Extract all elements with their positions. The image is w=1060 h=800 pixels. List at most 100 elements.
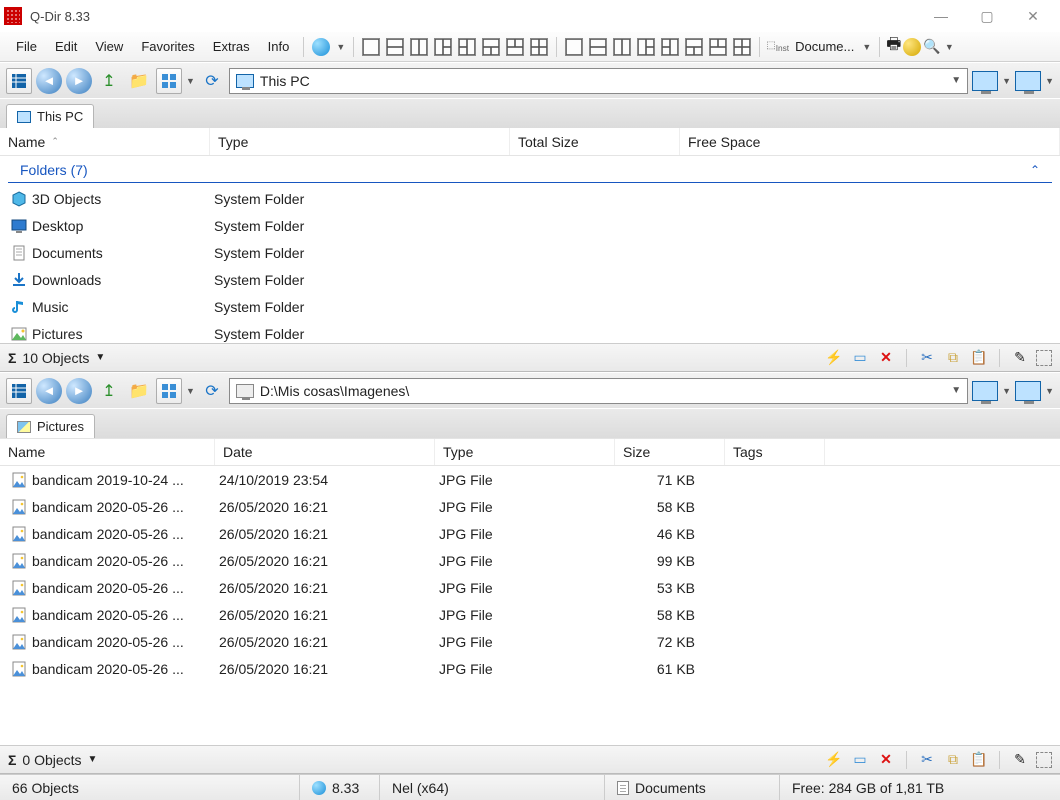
list-item[interactable]: DesktopSystem Folder <box>0 212 1060 239</box>
paste-icon[interactable]: 📋 <box>969 750 989 770</box>
pane1-address-dropdown[interactable]: ▼ <box>951 75 961 86</box>
layout-3b-icon[interactable] <box>458 38 476 56</box>
zoom-dropdown[interactable]: ▼ <box>945 42 954 52</box>
list-item[interactable]: bandicam 2020-05-26 ...26/05/2020 16:21J… <box>0 520 1060 547</box>
select-all-icon[interactable] <box>1036 752 1052 768</box>
list-item[interactable]: 3D ObjectsSystem Folder <box>0 185 1060 212</box>
pane1-monitor1-button[interactable] <box>972 71 998 91</box>
cut-icon[interactable]: ✂ <box>917 750 937 770</box>
settings-gear-icon[interactable] <box>903 38 921 56</box>
pane2-newfolder-button[interactable]: 📁 <box>126 378 152 404</box>
pane2-col-size[interactable]: Size <box>615 439 725 465</box>
list-item[interactable]: bandicam 2020-05-26 ...26/05/2020 16:21J… <box>0 655 1060 682</box>
pane2-monitor2-button[interactable] <box>1015 381 1041 401</box>
pane1-monitor2-button[interactable] <box>1015 71 1041 91</box>
pane1-forward-button[interactable]: ► <box>66 68 92 94</box>
pane1-newfolder-button[interactable]: 📁 <box>126 68 152 94</box>
menu-favorites[interactable]: Favorites <box>133 35 202 58</box>
inst-icon[interactable]: ⬚Inst <box>766 40 789 53</box>
pane2-back-button[interactable]: ◄ <box>36 378 62 404</box>
list-item[interactable]: bandicam 2019-10-24 ...24/10/2019 23:54J… <box>0 466 1060 493</box>
select-all-icon[interactable] <box>1036 350 1052 366</box>
layout-10-icon[interactable] <box>685 38 703 56</box>
copy-icon[interactable]: ⧉ <box>943 348 963 368</box>
pane2-list[interactable]: bandicam 2019-10-24 ...24/10/2019 23:54J… <box>0 466 1060 745</box>
maximize-button[interactable]: ▢ <box>964 0 1010 32</box>
pane2-col-type[interactable]: Type <box>435 439 615 465</box>
lightning-icon[interactable]: ⚡ <box>824 750 844 770</box>
pane1-col-totalsize[interactable]: Total Size <box>510 128 680 155</box>
cut-icon[interactable]: ✂ <box>917 348 937 368</box>
layout-3a-icon[interactable] <box>434 38 452 56</box>
edit-icon[interactable]: ✎ <box>1010 348 1030 368</box>
lightning-icon[interactable]: ⚡ <box>824 348 844 368</box>
pane1-monitor1-dropdown[interactable]: ▼ <box>1002 76 1011 86</box>
layout-12-icon[interactable] <box>733 38 751 56</box>
layout-2v-icon[interactable] <box>410 38 428 56</box>
pane2-col-date[interactable]: Date <box>215 439 435 465</box>
list-item[interactable]: PicturesSystem Folder <box>0 320 1060 343</box>
print-icon[interactable]: 🖶 <box>886 33 901 60</box>
layout-5-icon[interactable] <box>565 38 583 56</box>
list-item[interactable]: bandicam 2020-05-26 ...26/05/2020 16:21J… <box>0 493 1060 520</box>
zoom-icon[interactable]: 🔍 <box>923 38 940 55</box>
layout-11-icon[interactable] <box>709 38 727 56</box>
pane2-status-dropdown[interactable]: ▼ <box>88 754 98 765</box>
pane1-address-bar[interactable]: This PC ▼ <box>229 68 968 94</box>
globe-icon[interactable] <box>312 38 330 56</box>
list-item[interactable]: bandicam 2020-05-26 ...26/05/2020 16:21J… <box>0 628 1060 655</box>
menu-extras[interactable]: Extras <box>205 35 258 58</box>
pane2-monitor1-button[interactable] <box>972 381 998 401</box>
pane2-col-name[interactable]: Name <box>0 439 215 465</box>
layout-3c-icon[interactable] <box>482 38 500 56</box>
pane2-refresh-button[interactable]: ⟳ <box>199 378 225 404</box>
pane1-up-button[interactable]: ↥ <box>96 68 122 94</box>
layout-6-icon[interactable] <box>589 38 607 56</box>
documents-quick-dropdown[interactable]: ▼ <box>862 42 871 52</box>
edit-icon[interactable]: ✎ <box>1010 750 1030 770</box>
pane1-tree-toggle-button[interactable] <box>6 68 32 94</box>
pane2-col-tags[interactable]: Tags <box>725 439 825 465</box>
pane2-monitor1-dropdown[interactable]: ▼ <box>1002 386 1011 396</box>
copy-icon[interactable]: ⧉ <box>943 750 963 770</box>
layout-3d-icon[interactable] <box>506 38 524 56</box>
menu-view[interactable]: View <box>87 35 131 58</box>
layout-4-icon[interactable] <box>530 38 548 56</box>
layout-1-icon[interactable] <box>362 38 380 56</box>
menu-info[interactable]: Info <box>260 35 298 58</box>
pane1-tab-thispc[interactable]: This PC <box>6 104 94 128</box>
pane2-address-dropdown[interactable]: ▼ <box>951 385 961 396</box>
pane1-view-dropdown[interactable]: ▼ <box>186 76 195 86</box>
pane1-back-button[interactable]: ◄ <box>36 68 62 94</box>
paste-icon[interactable]: 📋 <box>969 348 989 368</box>
pane2-monitor2-dropdown[interactable]: ▼ <box>1045 386 1054 396</box>
list-item[interactable]: DownloadsSystem Folder <box>0 266 1060 293</box>
pane1-view-button[interactable] <box>156 68 182 94</box>
close-button[interactable]: ✕ <box>1010 0 1056 32</box>
delete-icon[interactable]: ✕ <box>876 750 896 770</box>
pane1-group-folders[interactable]: Folders (7) ⌃ <box>8 158 1052 183</box>
rename-icon[interactable]: ▭ <box>850 348 870 368</box>
pane2-address-bar[interactable]: D:\Mis cosas\Imagenes\ ▼ <box>229 378 968 404</box>
pane1-col-freespace[interactable]: Free Space <box>680 128 1060 155</box>
pane1-status-dropdown[interactable]: ▼ <box>95 352 105 363</box>
list-item[interactable]: DocumentsSystem Folder <box>0 239 1060 266</box>
rename-icon[interactable]: ▭ <box>850 750 870 770</box>
pane2-tree-toggle-button[interactable] <box>6 378 32 404</box>
pane1-col-name[interactable]: Name⌃ <box>0 128 210 155</box>
pane1-refresh-button[interactable]: ⟳ <box>199 68 225 94</box>
pane2-view-dropdown[interactable]: ▼ <box>186 386 195 396</box>
layout-8-icon[interactable] <box>637 38 655 56</box>
layout-9-icon[interactable] <box>661 38 679 56</box>
pane2-view-button[interactable] <box>156 378 182 404</box>
list-item[interactable]: bandicam 2020-05-26 ...26/05/2020 16:21J… <box>0 601 1060 628</box>
list-item[interactable]: bandicam 2020-05-26 ...26/05/2020 16:21J… <box>0 547 1060 574</box>
documents-quick-label[interactable]: Docume... <box>791 39 858 54</box>
list-item[interactable]: MusicSystem Folder <box>0 293 1060 320</box>
delete-icon[interactable]: ✕ <box>876 348 896 368</box>
pane2-forward-button[interactable]: ► <box>66 378 92 404</box>
minimize-button[interactable]: — <box>918 0 964 32</box>
globe-dropdown[interactable]: ▼ <box>336 42 345 52</box>
pane2-tab-pictures[interactable]: Pictures <box>6 414 95 438</box>
layout-2h-icon[interactable] <box>386 38 404 56</box>
